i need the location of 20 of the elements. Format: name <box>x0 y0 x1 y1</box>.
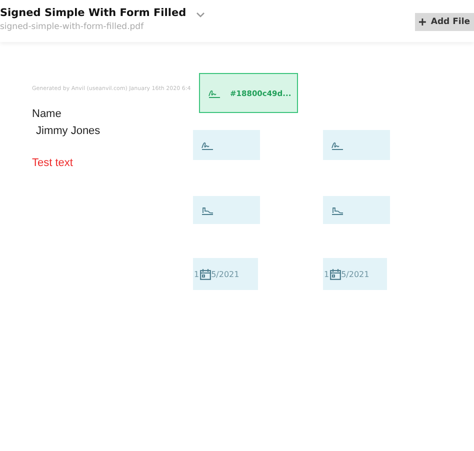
calendar-icon <box>200 268 212 280</box>
date-text: 1 <box>194 270 200 278</box>
chevron-down-icon[interactable] <box>196 12 206 18</box>
signature-field[interactable] <box>193 196 260 224</box>
calendar-icon <box>330 268 342 280</box>
field-value: Jimmy Jones <box>36 125 100 137</box>
field-label: Name <box>32 108 62 120</box>
file-name: signed-simple-with-form-filled.pdf <box>0 22 145 32</box>
date-field[interactable]: 1 5/2021 <box>193 258 258 290</box>
note-text: Test text <box>32 157 73 169</box>
signature-field[interactable] <box>323 196 390 224</box>
date-field[interactable]: 1 5/2021 <box>323 258 387 290</box>
plus-icon <box>419 17 426 27</box>
add-file-button[interactable]: Add File <box>415 13 474 31</box>
document-title: Signed Simple With Form Filled <box>0 6 186 18</box>
signature-field[interactable] <box>193 130 260 160</box>
date-text: 1 <box>324 270 330 278</box>
date-text: 5/2021 <box>211 270 240 278</box>
signature-field[interactable] <box>323 130 390 160</box>
date-text: 5/2021 <box>341 270 370 278</box>
